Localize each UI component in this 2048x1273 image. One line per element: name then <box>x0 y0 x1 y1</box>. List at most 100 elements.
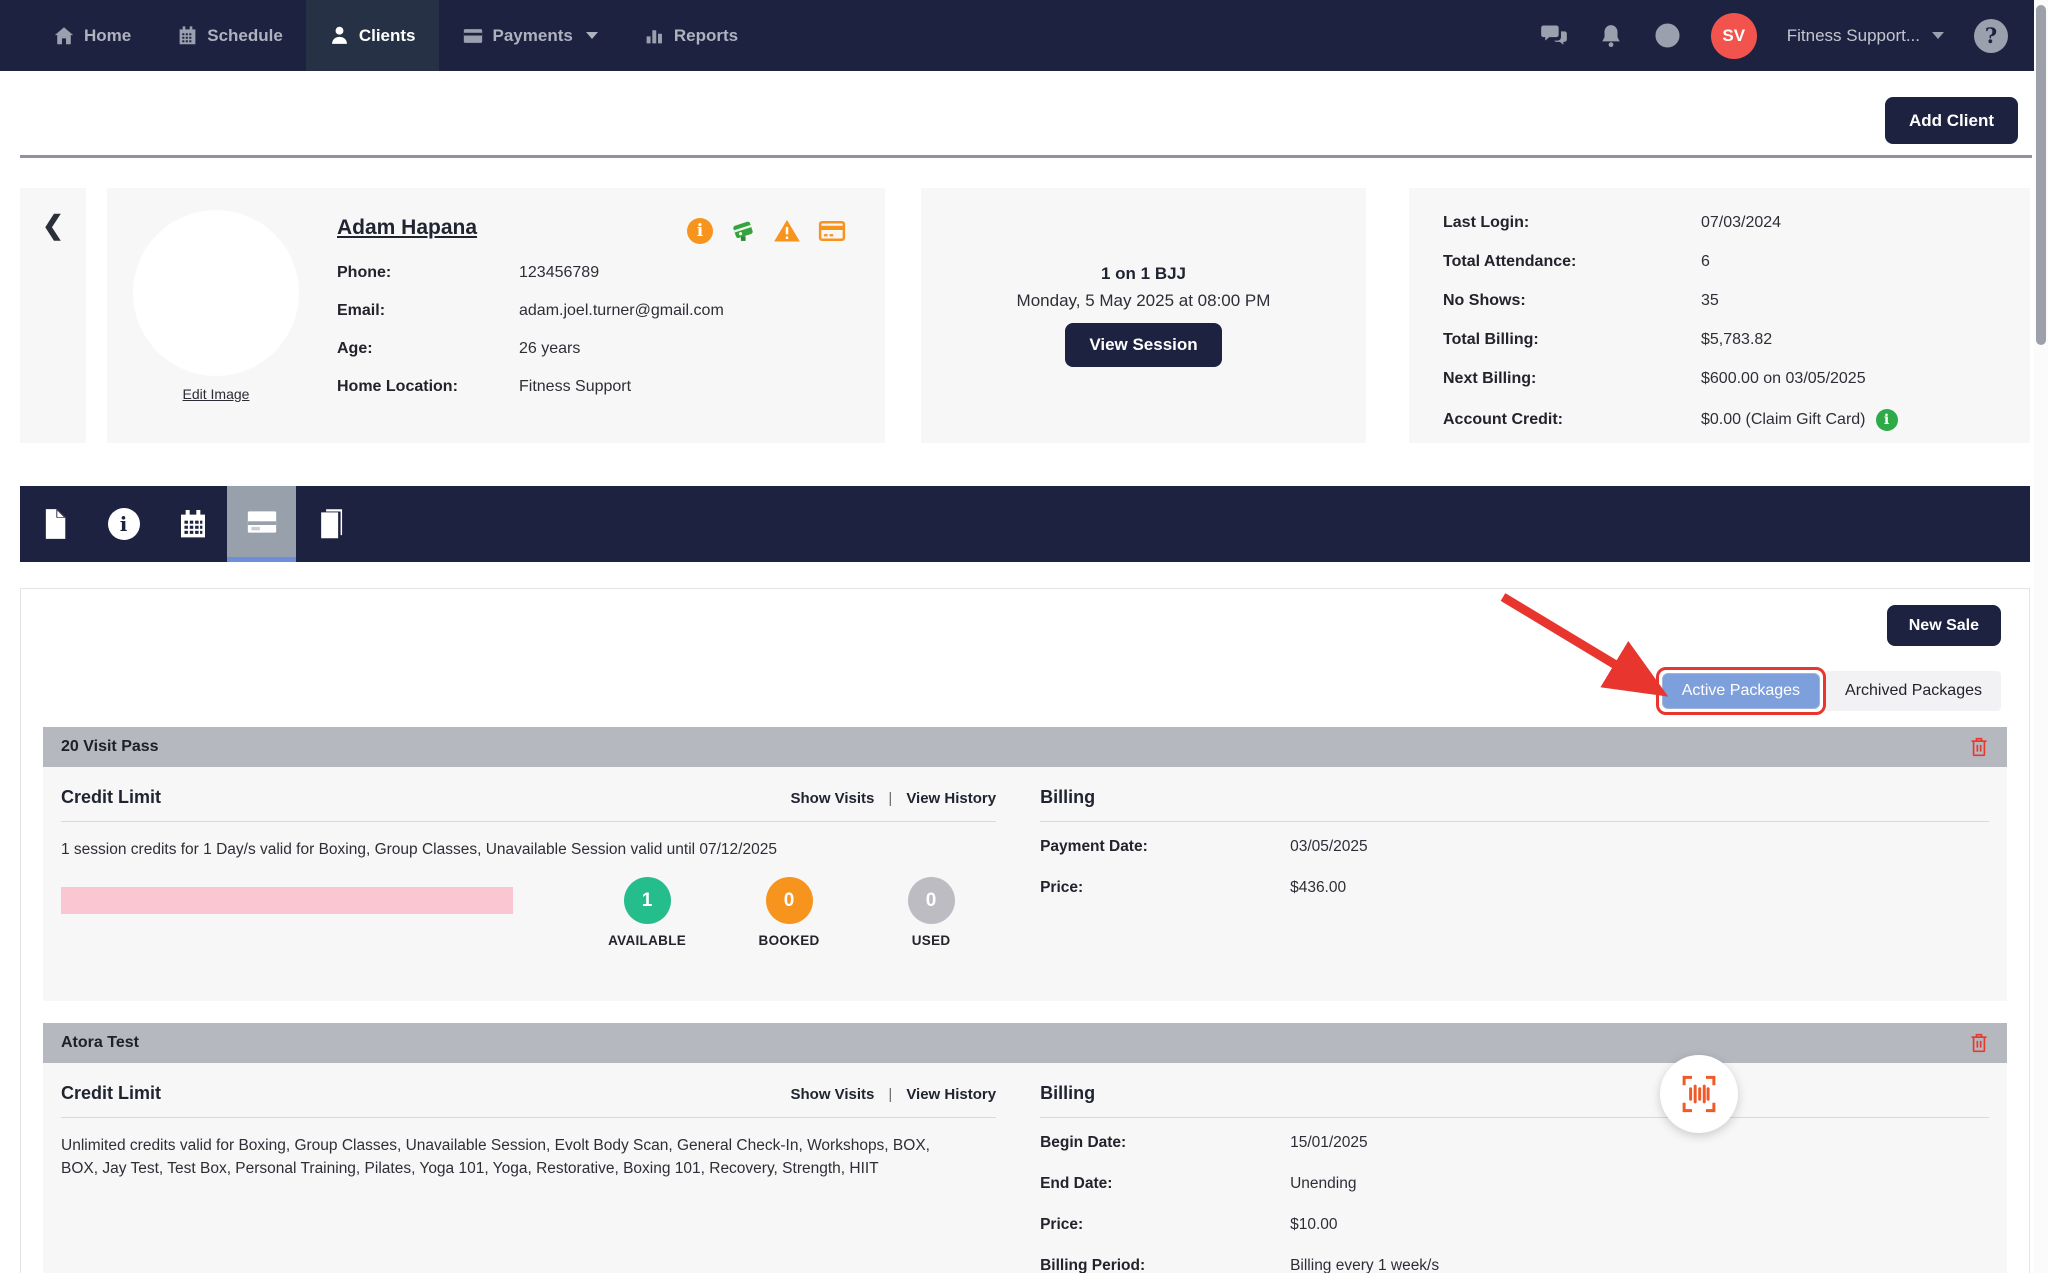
nav-left: Home Schedule Clients Payments Reports <box>0 0 761 71</box>
tab-billing[interactable] <box>227 486 296 562</box>
chevron-down-icon <box>1932 32 1944 39</box>
billing-value: 15/01/2025 <box>1290 1134 1989 1152</box>
billing-value: Billing every 1 week/s <box>1290 1257 1989 1273</box>
nav-home-label: Home <box>84 26 131 46</box>
client-field-home-location: Home Location: Fitness Support <box>337 378 861 396</box>
counter-available: 1 AVAILABLE <box>608 877 686 948</box>
nav-reports-label: Reports <box>674 26 738 46</box>
credit-limit-section: Credit Limit Show Visits | View History … <box>61 1083 996 1253</box>
view-session-button[interactable]: View Session <box>1065 323 1221 367</box>
edit-image-link[interactable]: Edit Image <box>183 386 250 402</box>
scan-barcode-button[interactable] <box>1660 1055 1738 1133</box>
stat-total-billing: Total Billing: $5,783.82 <box>1443 331 1996 349</box>
session-title: 1 on 1 BJJ <box>1101 264 1186 284</box>
client-profile-page: Home Schedule Clients Payments Reports <box>0 0 2048 1273</box>
nav-item-reports[interactable]: Reports <box>621 0 761 71</box>
client-card: Edit Image Adam Hapana i Phone: 12345678… <box>107 188 885 443</box>
view-history-link[interactable]: View History <box>906 1086 996 1103</box>
stat-value: $600.00 on 03/05/2025 <box>1701 370 1996 388</box>
used-count-badge: 0 <box>908 877 955 924</box>
credit-usage-row: 1 AVAILABLE 0 BOOKED 0 USED <box>61 877 996 948</box>
billing-label: Payment Date: <box>1040 838 1290 856</box>
stat-value: 6 <box>1701 253 1996 271</box>
gift-card-icon[interactable] <box>729 217 757 245</box>
billing-period: Billing Period: Billing every 1 week/s <box>1040 1257 1989 1273</box>
scrollbar-thumb[interactable] <box>2036 5 2046 345</box>
client-tab-bar: i <box>20 486 2030 562</box>
info-icon[interactable]: i <box>1876 409 1898 431</box>
file-icon <box>41 508 69 540</box>
new-sale-button[interactable]: New Sale <box>1887 605 2001 646</box>
stat-value: $5,783.82 <box>1701 331 1996 349</box>
avatar[interactable]: SV <box>1711 13 1757 59</box>
stat-total-attendance: Total Attendance: 6 <box>1443 253 1996 271</box>
active-packages-button[interactable]: Active Packages <box>1662 673 1820 709</box>
stat-no-shows: No Shows: 35 <box>1443 292 1996 310</box>
counter-label: USED <box>892 933 970 948</box>
package-title: 20 Visit Pass <box>61 738 159 756</box>
tab-info[interactable]: i <box>89 486 158 562</box>
add-client-button[interactable]: Add Client <box>1885 97 2018 144</box>
view-history-link[interactable]: View History <box>906 790 996 807</box>
client-field-phone: Phone: 123456789 <box>337 264 861 282</box>
nav-item-schedule[interactable]: Schedule <box>154 0 306 71</box>
counter-label: AVAILABLE <box>608 933 686 948</box>
stat-label: Next Billing: <box>1443 370 1701 388</box>
client-field-age: Age: 26 years <box>337 340 861 358</box>
billing-label: Begin Date: <box>1040 1134 1290 1152</box>
delete-package-button[interactable] <box>1969 736 1989 758</box>
credit-limit-title: Credit Limit <box>61 1083 161 1104</box>
page-scrollbar[interactable] <box>2034 0 2048 1273</box>
package-description: Unlimited credits valid for Boxing, Grou… <box>61 1134 959 1181</box>
info-icon: i <box>108 508 140 540</box>
client-photo-placeholder <box>133 210 299 376</box>
bell-icon[interactable] <box>1598 23 1624 49</box>
billing-card-icon[interactable] <box>817 216 847 246</box>
nav-item-home[interactable]: Home <box>30 0 154 71</box>
counter-used: 0 USED <box>892 877 970 948</box>
show-visits-link[interactable]: Show Visits <box>790 1086 874 1103</box>
nav-item-payments[interactable]: Payments <box>439 0 621 71</box>
back-button[interactable]: ❮ <box>20 188 86 443</box>
booked-count-badge: 0 <box>766 877 813 924</box>
show-visits-link[interactable]: Show Visits <box>790 790 874 807</box>
billing-value: $10.00 <box>1290 1216 1989 1234</box>
client-overview: ❮ Edit Image Adam Hapana i Phon <box>20 188 2030 443</box>
field-value: 26 years <box>519 340 861 358</box>
client-name-link[interactable]: Adam Hapana <box>337 216 477 240</box>
archived-packages-button[interactable]: Archived Packages <box>1826 671 2001 711</box>
trash-icon <box>1969 736 1989 758</box>
stat-value: 07/03/2024 <box>1701 214 1996 232</box>
field-value: adam.joel.turner@gmail.com <box>519 302 861 320</box>
delete-package-button[interactable] <box>1969 1032 1989 1054</box>
tab-documents[interactable] <box>20 486 89 562</box>
clock-icon[interactable] <box>1654 22 1681 49</box>
section-divider <box>1040 1117 1989 1118</box>
stat-last-login: Last Login: 07/03/2024 <box>1443 214 1996 232</box>
link-separator: | <box>888 1086 892 1103</box>
book-icon <box>316 508 346 540</box>
info-icon[interactable]: i <box>687 218 713 244</box>
field-label: Age: <box>337 340 519 358</box>
field-label: Home Location: <box>337 378 519 396</box>
link-separator: | <box>888 790 892 807</box>
package-body: Credit Limit Show Visits | View History … <box>43 767 2007 1001</box>
packages-panel: New Sale Active Packages Archived Packag… <box>20 588 2030 1273</box>
help-icon[interactable]: ? <box>1974 19 2008 53</box>
nav-payments-label: Payments <box>493 26 573 46</box>
tab-notes[interactable] <box>296 486 365 562</box>
billing-label: Price: <box>1040 1216 1290 1234</box>
field-value: 123456789 <box>519 264 861 282</box>
field-value: Fitness Support <box>519 378 861 396</box>
credit-limit-section: Credit Limit Show Visits | View History … <box>61 787 996 981</box>
chat-icon[interactable] <box>1540 22 1568 50</box>
top-nav: Home Schedule Clients Payments Reports <box>0 0 2034 71</box>
stat-label: No Shows: <box>1443 292 1701 310</box>
nav-item-clients[interactable]: Clients <box>306 0 439 71</box>
warning-icon[interactable] <box>773 217 801 245</box>
annotation-highlight-box: Active Packages <box>1656 667 1826 715</box>
barcode-icon <box>1678 1073 1720 1115</box>
billing-price: Price: $436.00 <box>1040 879 1989 897</box>
tab-schedule[interactable] <box>158 486 227 562</box>
account-menu[interactable]: Fitness Support... <box>1787 26 1944 46</box>
